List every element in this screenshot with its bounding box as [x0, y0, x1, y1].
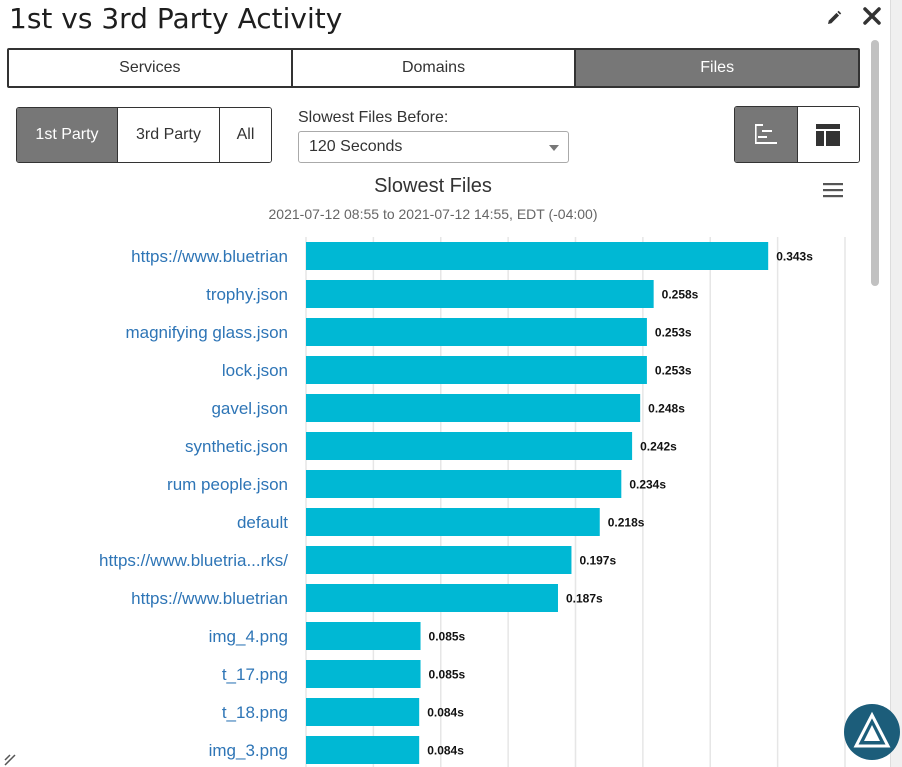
category-label[interactable]: img_3.png	[209, 741, 288, 760]
category-label[interactable]: rum people.json	[167, 475, 288, 494]
chart-title: Slowest Files	[374, 175, 492, 197]
category-label[interactable]: lock.json	[222, 361, 288, 380]
category-label[interactable]: https://www.bluetrian	[131, 589, 288, 608]
bar[interactable]	[306, 508, 600, 536]
data-label: 0.187s	[566, 592, 603, 606]
data-label: 0.084s	[427, 706, 464, 720]
category-label[interactable]: https://www.bluetria...rks/	[99, 551, 288, 570]
bar[interactable]	[306, 660, 421, 688]
all-party-button[interactable]: All	[220, 108, 271, 162]
data-label: 0.343s	[776, 250, 813, 264]
chart-subtitle: 2021-07-12 08:55 to 2021-07-12 14:55, ED…	[268, 206, 598, 222]
bar[interactable]	[306, 698, 420, 726]
bar[interactable]	[306, 622, 421, 650]
view-toggle-group	[734, 106, 860, 163]
tab-files[interactable]: Files	[576, 50, 859, 86]
data-label: 0.085s	[429, 668, 466, 682]
table-view-button[interactable]	[797, 107, 859, 162]
slowest-before-value: 120 Seconds	[309, 138, 403, 155]
tab-bar: Services Domains Files	[7, 48, 860, 88]
category-label[interactable]: t_18.png	[222, 703, 288, 722]
slowest-before-select[interactable]: 120 Seconds	[298, 131, 569, 163]
bar[interactable]	[306, 736, 420, 764]
category-label[interactable]: synthetic.json	[185, 437, 288, 456]
category-label[interactable]: trophy.json	[206, 285, 288, 304]
widget-title: 1st vs 3rd Party Activity	[9, 2, 343, 35]
bar-chart-view-icon	[754, 123, 777, 144]
slowest-files-chart: https://www.bluetrian 0.343s trophy.json 0.…	[99, 237, 846, 767]
pencil-icon[interactable]	[824, 8, 844, 28]
party-filter-group: 1st Party 3rd Party All	[16, 107, 272, 163]
data-label: 0.248s	[648, 402, 685, 416]
bar[interactable]	[306, 546, 572, 574]
bar[interactable]	[306, 242, 769, 270]
brand-logo-icon[interactable]	[843, 703, 901, 761]
data-label: 0.242s	[640, 440, 677, 454]
data-label: 0.253s	[655, 364, 692, 378]
chart-view-button[interactable]	[735, 107, 798, 162]
bar[interactable]	[306, 394, 641, 422]
bar[interactable]	[306, 356, 647, 384]
data-label: 0.234s	[629, 478, 666, 492]
category-label[interactable]: img_4.png	[209, 627, 288, 646]
category-label[interactable]: t_17.png	[222, 665, 288, 684]
data-label: 0.084s	[427, 744, 464, 758]
resize-handle-icon[interactable]	[4, 754, 16, 766]
bar[interactable]	[306, 280, 654, 308]
table-view-icon	[816, 123, 841, 146]
data-label: 0.085s	[429, 630, 466, 644]
data-label: 0.253s	[655, 326, 692, 340]
chevron-down-icon	[549, 145, 559, 151]
data-label: 0.258s	[662, 288, 699, 302]
data-label: 0.218s	[608, 516, 645, 530]
category-label[interactable]: default	[237, 513, 288, 532]
bar[interactable]	[306, 432, 633, 460]
tab-services[interactable]: Services	[9, 50, 293, 86]
category-label[interactable]: https://www.bluetrian	[131, 247, 288, 266]
scrollbar-thumb[interactable]	[871, 40, 879, 286]
hamburger-menu-icon[interactable]	[822, 181, 844, 199]
bar[interactable]	[306, 318, 647, 346]
first-party-button[interactable]: 1st Party	[17, 108, 118, 162]
slowest-before-label: Slowest Files Before:	[298, 109, 449, 126]
category-label[interactable]: magnifying glass.json	[125, 323, 288, 342]
bar[interactable]	[306, 470, 622, 498]
category-label[interactable]: gavel.json	[211, 399, 288, 418]
close-icon[interactable]	[862, 6, 882, 26]
data-label: 0.197s	[579, 554, 616, 568]
third-party-button[interactable]: 3rd Party	[118, 108, 220, 162]
bar[interactable]	[306, 584, 558, 612]
window-edge	[890, 0, 902, 767]
tab-domains[interactable]: Domains	[292, 50, 577, 86]
